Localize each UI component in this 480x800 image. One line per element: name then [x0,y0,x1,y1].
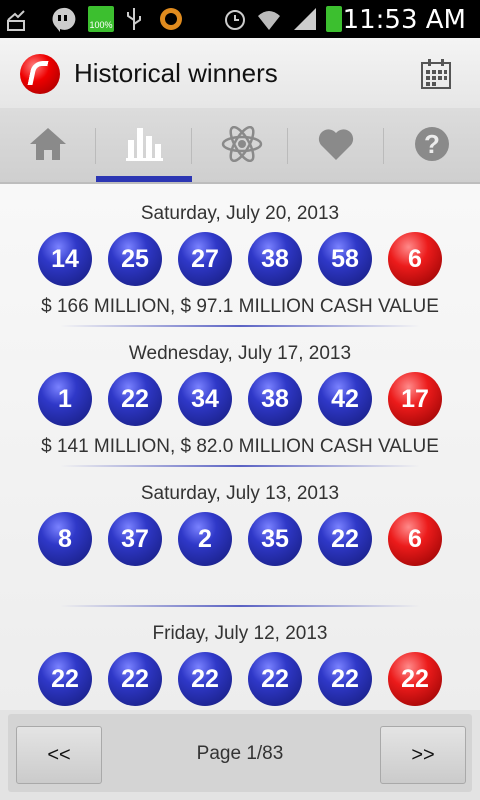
tab-results[interactable] [96,108,192,182]
tab-help[interactable]: ? [384,108,480,182]
draw-date: Saturday, July 20, 2013 [140,203,340,224]
alarm-icon [225,10,245,30]
app-logo [20,54,60,94]
white-ball: 22 [38,652,92,706]
draw-date: Wednesday, July 17, 2013 [128,343,352,364]
next-page-button[interactable]: >> [380,726,466,784]
title-bar: Historical winners [0,38,480,108]
list-item[interactable]: Friday, July 12, 2013 22 22 22 22 22 22 [0,604,480,710]
calendar-icon[interactable] [420,58,452,90]
powerball: 22 [388,652,442,706]
tab-favorites[interactable] [288,108,384,182]
white-ball: 22 [318,512,372,566]
bar-chart-icon [126,128,163,161]
white-ball: 38 [248,372,302,426]
battery-percent-label: 100% [89,20,113,30]
white-ball: 27 [178,232,232,286]
list-item[interactable]: Saturday, July 13, 2013 8 37 2 35 22 6 [0,464,480,607]
white-ball: 22 [318,652,372,706]
missed-call-icon [7,10,25,31]
powerball: 6 [388,512,442,566]
white-ball: 22 [108,372,162,426]
jackpot-amount: $ 166 MILLION, $ 97.1 MILLION CASH VALUE [41,296,439,317]
white-ball: 1 [38,372,92,426]
jackpot-amount: $ 141 MILLION, $ 82.0 MILLION CASH VALUE [41,436,439,457]
hangouts-icon [52,7,76,32]
battery-full-icon: 100% [88,6,114,32]
tab-bar: ? [0,108,480,184]
white-ball: 22 [178,652,232,706]
signal-icon [294,8,316,30]
heart-icon [318,129,354,160]
tab-atom[interactable] [192,108,288,182]
list-item[interactable]: Wednesday, July 17, 2013 1 22 34 38 42 1… [0,324,480,467]
white-ball: 8 [38,512,92,566]
page-title: Historical winners [74,58,278,88]
white-ball: 37 [108,512,162,566]
powerball: 17 [388,372,442,426]
pager-bar: << Page 1/83 >> [0,710,480,800]
help-icon: ? [415,127,449,161]
white-ball: 42 [318,372,372,426]
white-ball: 58 [318,232,372,286]
svg-text:?: ? [424,129,440,159]
list-item[interactable]: Saturday, July 20, 2013 14 25 27 38 58 6… [0,184,480,327]
status-bar: 100% 11:53 AM [0,0,480,38]
home-icon [30,128,66,160]
draw-date: Saturday, July 13, 2013 [140,483,340,504]
white-ball: 35 [248,512,302,566]
usb-icon [127,8,141,30]
active-tab-indicator [96,176,192,182]
white-ball: 22 [108,652,162,706]
white-ball: 38 [248,232,302,286]
results-list[interactable]: Saturday, July 20, 2013 14 25 27 38 58 6… [0,184,480,710]
battery-charging-icon [326,6,342,32]
white-ball: 34 [178,372,232,426]
app-notification-icon [160,8,182,30]
powerball: 6 [388,232,442,286]
white-ball: 25 [108,232,162,286]
tab-home[interactable] [0,108,96,182]
white-ball: 22 [248,652,302,706]
white-ball: 2 [178,512,232,566]
wifi-icon [258,11,280,30]
white-ball: 14 [38,232,92,286]
draw-date: Friday, July 12, 2013 [152,623,328,644]
status-time: 11:53 AM [342,5,466,35]
atom-icon [221,126,263,162]
